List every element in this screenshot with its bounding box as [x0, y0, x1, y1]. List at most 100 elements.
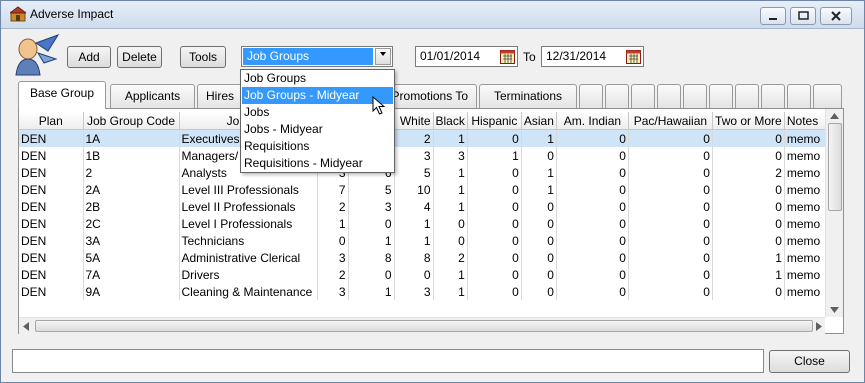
table-cell[interactable]: Level II Professionals — [179, 198, 318, 215]
tab-empty[interactable] — [631, 84, 655, 108]
table-cell[interactable]: DEN — [19, 164, 84, 181]
table-cell[interactable]: Level I Professionals — [179, 215, 318, 232]
table-cell[interactable]: 10 — [394, 181, 434, 198]
tab-empty[interactable] — [709, 84, 733, 108]
table-cell[interactable]: 0 — [467, 266, 522, 283]
minimize-button[interactable] — [760, 7, 786, 25]
close-button[interactable]: Close — [769, 350, 850, 373]
tab-empty[interactable] — [657, 84, 681, 108]
maximize-button[interactable] — [790, 7, 816, 25]
table-row[interactable]: DEN 5A Administrative Clerical 3 8 8 2 0 0 0 0 1 mem… — [19, 249, 829, 266]
tab-terminations[interactable]: Terminations — [479, 84, 577, 108]
table-cell[interactable]: 1 — [317, 215, 349, 232]
table-cell[interactable]: DEN — [19, 147, 84, 164]
table-row[interactable]: DEN 7A Drivers 2 0 0 1 0 0 0 0 1 memo — [19, 266, 829, 283]
dropdown-option[interactable]: Job Groups — [242, 70, 393, 87]
table-cell[interactable]: 1 — [433, 164, 468, 181]
table-cell[interactable]: Cleaning & Maintenance — [179, 283, 318, 300]
table-cell[interactable]: 8 — [394, 249, 434, 266]
calendar-icon[interactable] — [500, 49, 515, 64]
table-cell[interactable]: 0 — [712, 283, 785, 300]
table-cell[interactable]: DEN — [19, 215, 84, 232]
table-cell[interactable]: 0 — [556, 147, 629, 164]
table-cell[interactable]: 0 — [317, 232, 349, 249]
table-row[interactable]: DEN 2C Level I Professionals 1 0 1 0 0 0 0 0 0 memo — [19, 215, 829, 232]
tab-empty[interactable] — [761, 84, 785, 108]
table-cell[interactable]: 5 — [394, 164, 434, 181]
table-cell[interactable]: memo — [784, 232, 829, 249]
table-cell[interactable]: 1B — [83, 147, 180, 164]
table-cell[interactable]: 0 — [628, 215, 713, 232]
table-cell[interactable]: memo — [784, 164, 829, 181]
table-cell[interactable]: 0 — [467, 164, 522, 181]
table-cell[interactable]: 0 — [433, 215, 468, 232]
table-cell[interactable]: 1 — [712, 249, 785, 266]
table-cell[interactable]: 0 — [521, 283, 557, 300]
tab-empty[interactable] — [735, 84, 759, 108]
table-cell[interactable]: 0 — [628, 181, 713, 198]
column-header[interactable]: Plan — [19, 112, 84, 130]
table-cell[interactable]: 0 — [712, 215, 785, 232]
table-cell[interactable]: memo — [784, 198, 829, 215]
table-cell[interactable]: 2 — [317, 266, 349, 283]
table-cell[interactable]: 4 — [394, 198, 434, 215]
date-to-field[interactable]: 12/31/2014 — [541, 46, 644, 67]
table-cell[interactable]: 2B — [83, 198, 180, 215]
table-cell[interactable]: memo — [784, 147, 829, 164]
column-header[interactable]: Notes — [784, 112, 829, 130]
table-cell[interactable]: 1 — [433, 266, 468, 283]
date-from-field[interactable]: 01/01/2014 — [415, 46, 518, 67]
table-row[interactable]: DEN 1B Managers/3 3 1 0 0 0 0 memo — [19, 147, 829, 164]
table-cell[interactable]: 0 — [628, 129, 713, 147]
table-cell[interactable]: 0 — [556, 198, 629, 215]
tab-applicants[interactable]: Applicants — [110, 84, 195, 108]
close-window-button[interactable] — [820, 7, 852, 25]
table-cell[interactable]: 0 — [628, 249, 713, 266]
tab-empty[interactable] — [787, 84, 811, 108]
column-header[interactable]: White — [394, 112, 434, 130]
table-cell[interactable]: DEN — [19, 198, 84, 215]
table-row[interactable]: DEN 9A Cleaning & Maintenance 3 1 3 1 0 0 0 0 0 memo — [19, 283, 829, 300]
table-cell[interactable]: 7A — [83, 266, 180, 283]
dropdown-option[interactable]: Requisitions — [242, 138, 393, 155]
table-cell[interactable]: 2 — [394, 129, 434, 147]
add-button[interactable]: Add — [67, 46, 111, 68]
table-cell[interactable]: memo — [784, 266, 829, 283]
table-cell[interactable]: 3 — [348, 198, 395, 215]
table-cell[interactable]: 0 — [433, 232, 468, 249]
table-cell[interactable]: 1 — [521, 181, 557, 198]
horizontal-scrollbar[interactable] — [19, 317, 825, 334]
table-row[interactable]: DEN 2B Level II Professionals 2 3 4 1 0 0 0 0 0 memo — [19, 198, 829, 215]
table-cell[interactable]: 2A — [83, 181, 180, 198]
table-cell[interactable]: 0 — [348, 215, 395, 232]
tab-empty[interactable] — [579, 84, 603, 108]
table-cell[interactable]: 3A — [83, 232, 180, 249]
table-cell[interactable]: 1 — [394, 215, 434, 232]
table-cell[interactable]: 2 — [317, 198, 349, 215]
table-cell[interactable]: 0 — [556, 215, 629, 232]
table-cell[interactable]: 0 — [521, 147, 557, 164]
table-cell[interactable]: Administrative Clerical — [179, 249, 318, 266]
table-cell[interactable]: 0 — [467, 198, 522, 215]
table-cell[interactable]: 0 — [394, 266, 434, 283]
table-cell[interactable]: memo — [784, 181, 829, 198]
table-cell[interactable]: Technicians — [179, 232, 318, 249]
table-cell[interactable]: 0 — [628, 147, 713, 164]
table-cell[interactable]: 0 — [628, 198, 713, 215]
table-cell[interactable]: DEN — [19, 249, 84, 266]
dropdown-arrow-button[interactable] — [375, 48, 391, 65]
dropdown-option[interactable]: Jobs — [242, 104, 393, 121]
table-cell[interactable]: 3 — [433, 147, 468, 164]
table-cell[interactable]: 2 — [83, 164, 180, 181]
table-cell[interactable]: 0 — [556, 266, 629, 283]
tools-button[interactable]: Tools — [180, 46, 226, 68]
table-cell[interactable]: 1 — [348, 232, 395, 249]
table-cell[interactable]: 0 — [628, 283, 713, 300]
table-cell[interactable]: 0 — [556, 129, 629, 147]
table-cell[interactable]: 1 — [348, 283, 395, 300]
horizontal-scroll-thumb[interactable] — [35, 320, 813, 332]
table-cell[interactable]: 1 — [433, 181, 468, 198]
table-cell[interactable]: 5A — [83, 249, 180, 266]
calendar-icon[interactable] — [626, 49, 641, 64]
table-cell[interactable]: 1 — [433, 283, 468, 300]
